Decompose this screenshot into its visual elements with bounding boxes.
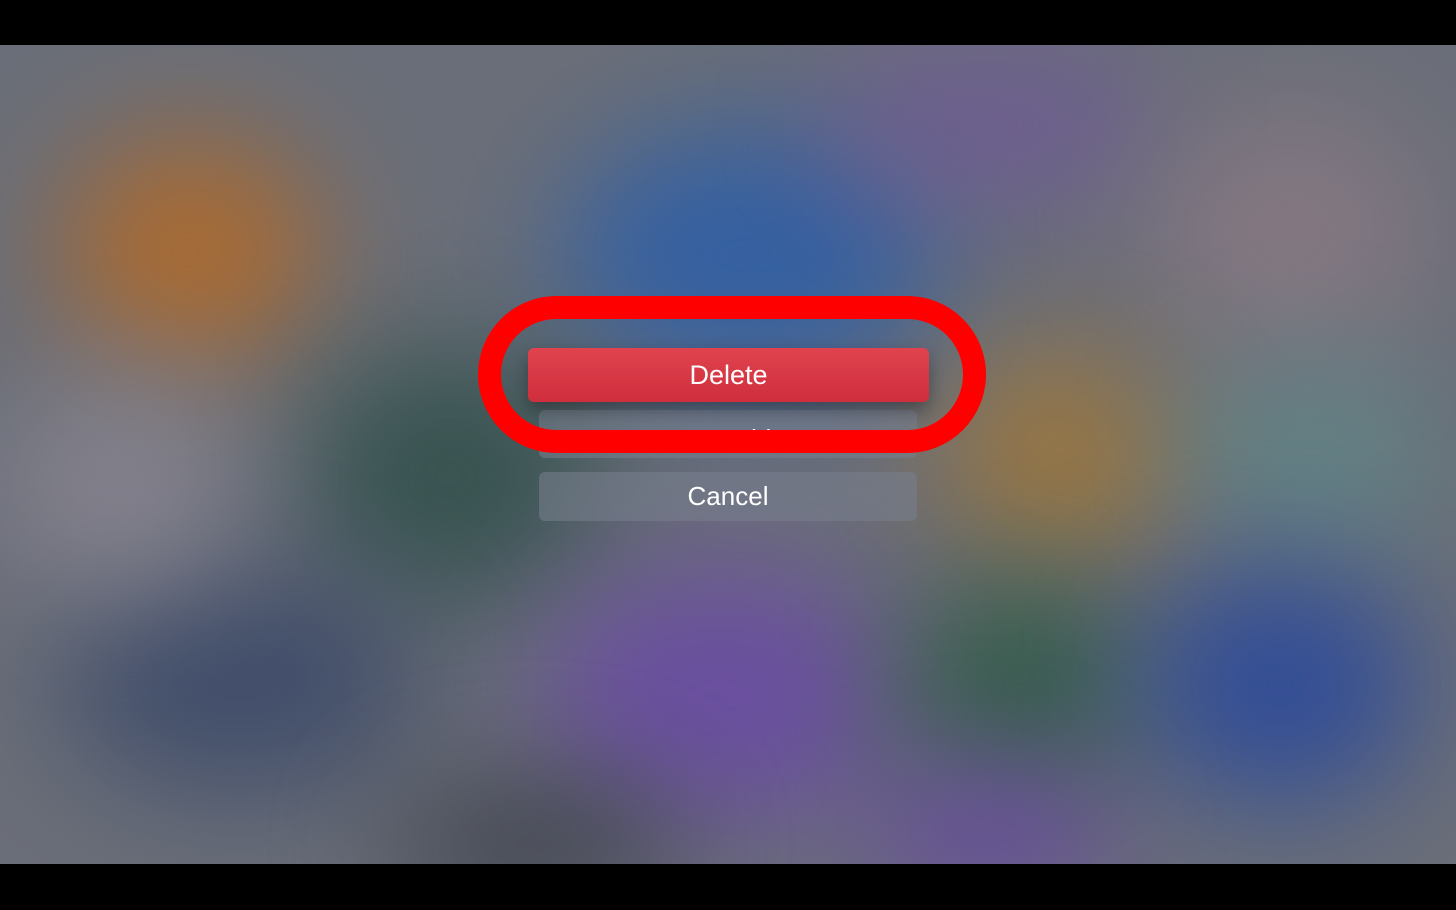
cancel-button[interactable]: Cancel: [539, 472, 917, 521]
letterbox-bottom: [0, 864, 1456, 910]
delete-button-label: Delete: [689, 359, 768, 390]
letterbox-top: [0, 0, 1456, 45]
blurred-app-tile: [860, 765, 1120, 864]
cancel-button-label: Cancel: [687, 481, 769, 511]
new-folder-button-label: New Folder: [661, 424, 795, 442]
new-folder-button[interactable]: New Folder: [539, 410, 917, 458]
delete-button[interactable]: Delete: [528, 348, 929, 402]
blurred-app-tile: [60, 565, 420, 795]
blurred-app-tile: [1180, 355, 1440, 555]
blurred-app-tile: [1150, 105, 1430, 365]
blurred-app-tile: [900, 575, 1140, 795]
blurred-app-tile: [60, 135, 320, 365]
blurred-app-tile: [820, 45, 1160, 205]
blurred-app-tile: [1140, 565, 1420, 805]
blurred-app-tile: [540, 565, 900, 825]
blurred-app-tile: [940, 345, 1180, 565]
blurred-app-tile: [0, 375, 240, 595]
